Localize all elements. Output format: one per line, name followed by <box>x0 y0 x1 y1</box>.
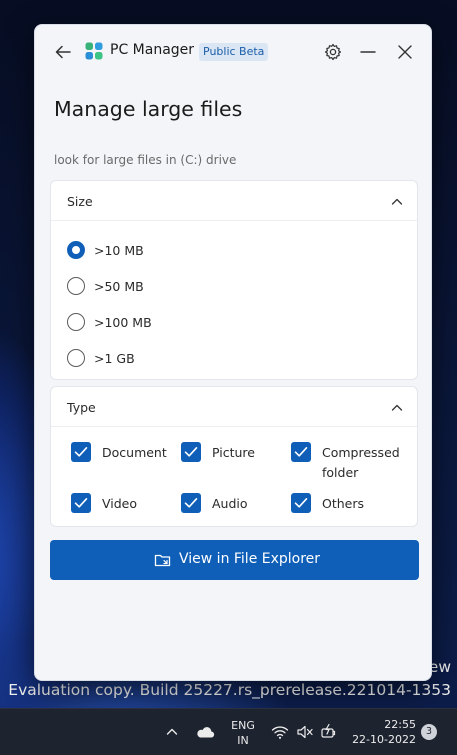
pc-manager-window: PC Manager Public Beta Manage large file… <box>34 24 432 681</box>
type-section-header[interactable]: Type <box>51 387 417 427</box>
size-option-100mb[interactable]: >100 MB <box>67 313 267 333</box>
type-option-others[interactable]: Others <box>291 493 391 513</box>
type-section-label: Type <box>67 400 96 415</box>
size-option-10mb[interactable]: >10 MB <box>67 241 267 261</box>
type-option-picture[interactable]: Picture <box>181 442 281 462</box>
close-icon[interactable] <box>395 42 415 62</box>
view-in-file-explorer-button[interactable]: View in File Explorer <box>50 540 419 580</box>
checkbox[interactable] <box>71 442 91 462</box>
language-indicator[interactable]: ENG IN <box>229 718 257 748</box>
radio-label: >10 MB <box>94 243 144 258</box>
view-in-file-explorer-label: View in File Explorer <box>179 551 321 567</box>
page-title: Manage large files <box>54 97 243 121</box>
gear-icon[interactable] <box>323 42 343 62</box>
clock-date: 22-10-2022 <box>352 733 416 746</box>
file-explorer-icon <box>154 552 172 568</box>
radio-button[interactable] <box>67 349 85 367</box>
checkbox-label: Picture <box>212 445 255 460</box>
checkbox[interactable] <box>181 442 201 462</box>
checkbox-label: Video <box>102 496 138 511</box>
clock-time: 22:55 <box>384 718 416 731</box>
size-option-1gb[interactable]: >1 GB <box>67 349 267 369</box>
pc-manager-logo-icon <box>85 42 103 60</box>
language-code: ENG <box>231 719 255 732</box>
checkbox-label: Compressed folder <box>322 445 400 480</box>
radio-button[interactable] <box>67 277 85 295</box>
type-option-document[interactable]: Document <box>71 442 171 462</box>
desktop-watermark: Evaluation copy. Build 25227.rs_prerelea… <box>8 681 451 699</box>
type-option-video[interactable]: Video <box>71 493 171 513</box>
radio-label: >50 MB <box>94 279 144 294</box>
checkbox[interactable] <box>181 493 201 513</box>
arrow-left-icon[interactable] <box>53 42 73 62</box>
checkbox-label: Document <box>102 445 167 460</box>
radio-button[interactable] <box>67 313 85 331</box>
public-beta-badge: Public Beta <box>199 43 269 61</box>
page-subtitle: look for large files in (C:) drive <box>54 153 237 167</box>
language-region: IN <box>237 734 249 747</box>
chevron-up-icon[interactable] <box>390 400 404 414</box>
checkbox[interactable] <box>291 442 311 462</box>
desktop-watermark-fragment: ew <box>428 658 451 676</box>
volume-muted-icon[interactable] <box>296 724 314 744</box>
title-bar: PC Manager Public Beta <box>35 25 431 79</box>
radio-button[interactable] <box>67 241 85 259</box>
taskbar: ENG IN 22:55 22-10-2022 3 <box>0 708 457 755</box>
checkbox[interactable] <box>71 493 91 513</box>
minimize-icon[interactable] <box>358 42 378 62</box>
size-section: Size >10 MB >50 MB >100 MB >1 GB <box>50 180 418 380</box>
wifi-icon[interactable] <box>271 724 289 744</box>
battery-charging-icon[interactable] <box>320 723 338 745</box>
size-section-label: Size <box>67 194 93 209</box>
size-section-header[interactable]: Size <box>51 181 417 221</box>
chevron-up-icon[interactable] <box>164 724 180 744</box>
size-option-50mb[interactable]: >50 MB <box>67 277 267 297</box>
chevron-up-icon[interactable] <box>390 194 404 208</box>
checkbox[interactable] <box>291 493 311 513</box>
app-title: PC Manager <box>110 42 195 58</box>
radio-label: >100 MB <box>94 315 152 330</box>
clock[interactable]: 22:55 22-10-2022 <box>350 717 416 747</box>
notification-count-badge[interactable]: 3 <box>421 724 437 740</box>
type-option-compressed-folder[interactable]: Compressed folder <box>291 442 411 482</box>
checkbox-label: Others <box>322 496 365 511</box>
radio-label: >1 GB <box>94 351 135 366</box>
type-section: Type Document Picture Compressed folder … <box>50 386 418 527</box>
onedrive-cloud-icon[interactable] <box>195 724 215 744</box>
type-option-audio[interactable]: Audio <box>181 493 281 513</box>
checkbox-label: Audio <box>212 496 248 511</box>
